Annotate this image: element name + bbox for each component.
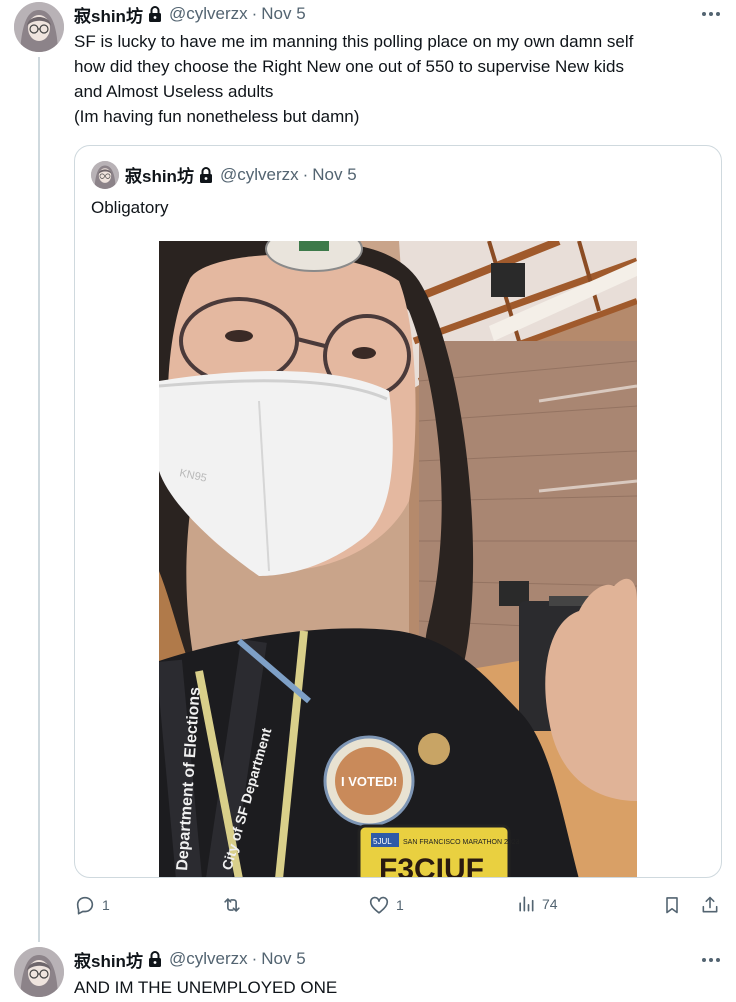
quoted-tweet-header: 寂shin坊 @cylverzx · Nov 5 (125, 162, 357, 187)
lock-icon (148, 951, 162, 967)
quoted-author-avatar[interactable] (91, 161, 119, 189)
reply-author-handle[interactable]: @cylverzx (169, 949, 248, 969)
tweet-text-line: and Almost Useless adults (74, 82, 274, 101)
share-button[interactable] (700, 894, 720, 916)
separator-dot: · (251, 4, 258, 23)
more-options-icon[interactable] (702, 958, 720, 962)
author-avatar[interactable] (14, 2, 64, 52)
retweet-button[interactable] (220, 894, 250, 916)
quoted-tweet-card[interactable]: 寂shin坊 @cylverzx · Nov 5 Obligatory KN95… (74, 145, 722, 878)
quoted-author-handle: @cylverzx (219, 164, 299, 184)
tweet-text: SF is lucky to have me im manning this p… (74, 29, 724, 129)
share-icon (702, 896, 718, 913)
tweet-date[interactable]: Nov 5 (261, 4, 305, 24)
quoted-tweet-date: Nov 5 (312, 164, 357, 184)
heart-icon (369, 896, 389, 914)
selfie-photo: KN95 Department of Elections City of SF … (159, 241, 637, 878)
quoted-tweet-photo[interactable]: KN95 Department of Elections City of SF … (159, 241, 637, 878)
analytics-icon (519, 896, 534, 912)
lock-icon (148, 6, 162, 22)
quoted-tweet-text: Obligatory (91, 198, 169, 217)
thread-connector-line (38, 57, 40, 942)
like-count: 1 (396, 897, 404, 913)
lock-icon (199, 166, 213, 183)
reply-tweet-date[interactable]: Nov 5 (261, 949, 305, 969)
reply-button[interactable]: 1 (74, 894, 110, 916)
tweet-text-line: how did they choose the Right New one ou… (74, 57, 624, 76)
avatar-image (91, 161, 119, 189)
separator-dot: · (251, 949, 258, 968)
bookmark-icon (666, 897, 678, 914)
tweet-action-bar: 1 1 74 (74, 894, 722, 920)
reply-count: 1 (102, 897, 110, 913)
plate-sticker-text: SAN FRANCISCO MARATHON 2023 (403, 839, 520, 846)
tweet-text-line: (Im having fun nonetheless but damn) (74, 107, 360, 126)
avatar-image (14, 947, 64, 997)
author-handle[interactable]: @cylverzx (169, 4, 248, 24)
separator-dot: · (302, 164, 309, 184)
avatar-image (14, 2, 64, 52)
views-button[interactable]: 74 (516, 894, 558, 914)
reply-tweet-header: 寂shin坊 @cylverzx · Nov 5 (74, 947, 306, 972)
more-options-icon[interactable] (702, 12, 720, 16)
quoted-author-name: 寂shin坊 (125, 167, 194, 186)
reply-icon (76, 896, 94, 915)
view-count: 74 (542, 896, 558, 912)
author-name[interactable]: 寂shin坊 (74, 2, 143, 27)
reply-author-name[interactable]: 寂shin坊 (74, 947, 143, 972)
bookmark-button[interactable] (662, 894, 682, 916)
plate-sticker-tag: 5JUL (373, 837, 392, 846)
like-button[interactable]: 1 (368, 894, 404, 916)
reply-tweet-text: AND IM THE UNEMPLOYED ONE (74, 978, 338, 997)
voted-sticker-text: I VOTED! (341, 774, 397, 789)
plate-sticker-big: F3CIUF (379, 853, 484, 878)
retweet-icon (224, 898, 240, 912)
tweet-text-line: SF is lucky to have me im manning this p… (74, 32, 634, 51)
reply-author-avatar[interactable] (14, 947, 64, 997)
tweet-header: 寂shin坊 @cylverzx · Nov 5 (74, 2, 306, 27)
